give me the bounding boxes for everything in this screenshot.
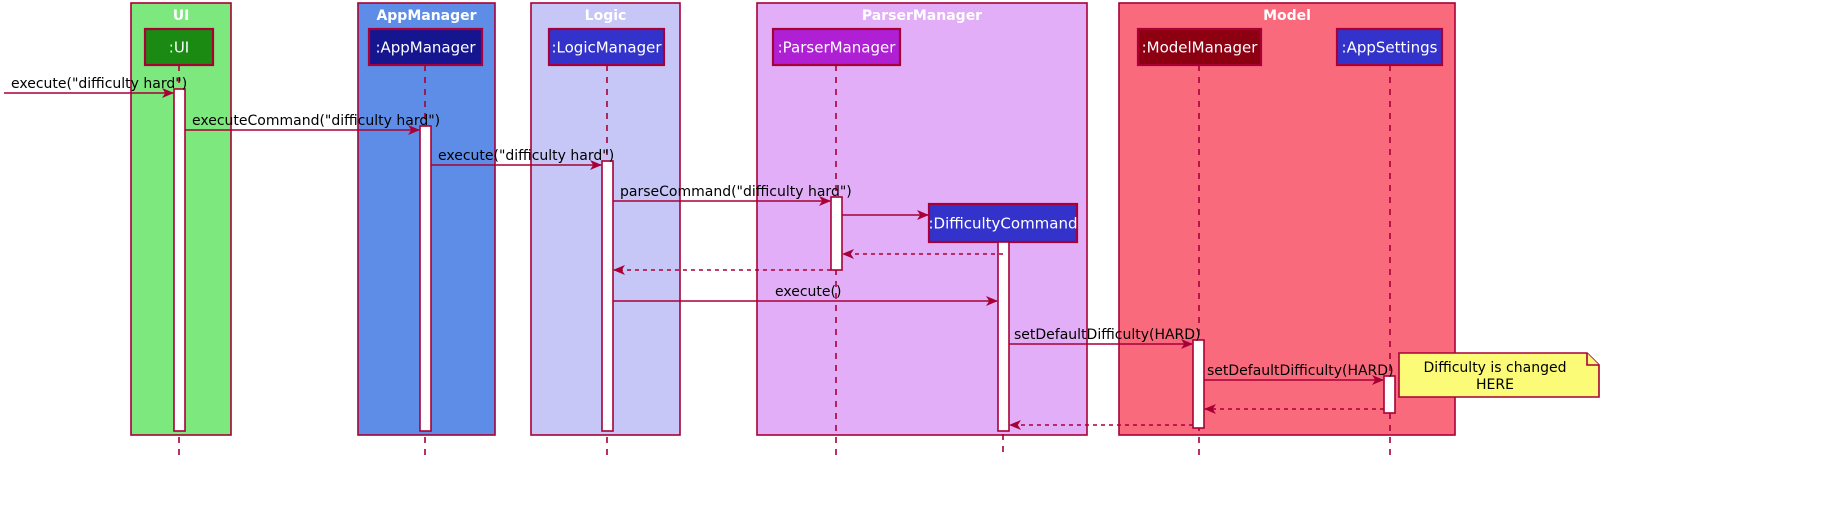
- activation-bar-difficultycommand: [997, 241, 1010, 432]
- message-execute-difficulty-hard: execute("difficulty hard"): [4, 76, 187, 98]
- participant-appmanager[interactable]: :AppManager: [367, 27, 484, 67]
- note-line: HERE: [1476, 377, 1514, 393]
- participant-logicmanager[interactable]: :LogicManager: [547, 27, 666, 67]
- message-label: parseCommand("difficulty hard"): [620, 184, 852, 200]
- participant-label: :DifficultyCommand: [928, 215, 1077, 233]
- participant-label: :AppSettings: [1342, 39, 1438, 57]
- package-title: Logic: [585, 8, 627, 24]
- activation-bar-modelmanager: [1192, 339, 1205, 429]
- message-setdefaultdifficulty-hard: setDefaultDifficulty(HARD): [1204, 363, 1394, 385]
- message-label: execute("difficulty hard"): [438, 148, 614, 164]
- participant-parsermanager[interactable]: :ParserManager: [771, 27, 902, 67]
- activation-bar-appsettings: [1383, 375, 1396, 414]
- participant-label: :AppManager: [375, 39, 476, 57]
- sequence-diagram: UI AppManager Logic ParserManager Model :UI:…: [0, 0, 1825, 529]
- activation-bar-parsermanager: [830, 196, 843, 271]
- message-setdefaultdifficulty-hard: setDefaultDifficulty(HARD): [1009, 327, 1201, 349]
- participant-modelmanager[interactable]: :ModelManager: [1136, 27, 1263, 67]
- participant-label: :UI: [169, 39, 189, 57]
- message-executecommand-difficulty-hard: executeCommand("difficulty hard"): [185, 113, 440, 135]
- message-label: execute("difficulty hard"): [11, 76, 187, 92]
- package-title: ParserManager: [862, 8, 982, 24]
- activation-bar-ui: [173, 88, 186, 432]
- message-parsecommand-difficulty-hard: parseCommand("difficulty hard"): [613, 184, 852, 206]
- message-label: executeCommand("difficulty hard"): [192, 113, 440, 129]
- participant-difficultycommand[interactable]: :DifficultyCommand: [927, 202, 1079, 244]
- package-title: UI: [173, 8, 190, 24]
- message-execute-difficulty-hard: execute("difficulty hard"): [431, 148, 614, 170]
- activation-bar-logicmanager: [601, 160, 614, 432]
- note-line: Difficulty is changed: [1424, 360, 1567, 376]
- participant-label: :LogicManager: [551, 39, 662, 57]
- package-title: Model: [1263, 8, 1311, 24]
- message-label: setDefaultDifficulty(HARD): [1207, 363, 1394, 379]
- sequence-diagram-canvas: UI AppManager Logic ParserManager Model :UI:…: [4, 2, 1600, 455]
- note-difficulty-changed: Difficulty is changedHERE: [1398, 352, 1600, 398]
- participant-ui[interactable]: :UI: [143, 27, 215, 67]
- message-label: execute(): [775, 284, 841, 300]
- participant-appsettings[interactable]: :AppSettings: [1335, 27, 1444, 67]
- participant-label: :ModelManager: [1142, 39, 1259, 57]
- participant-label: :ParserManager: [778, 39, 897, 57]
- note-layer: Difficulty is changedHERE: [1398, 352, 1600, 398]
- package-title: AppManager: [376, 8, 476, 24]
- activation-bar-appmanager: [419, 125, 432, 432]
- message-label: setDefaultDifficulty(HARD): [1014, 327, 1201, 343]
